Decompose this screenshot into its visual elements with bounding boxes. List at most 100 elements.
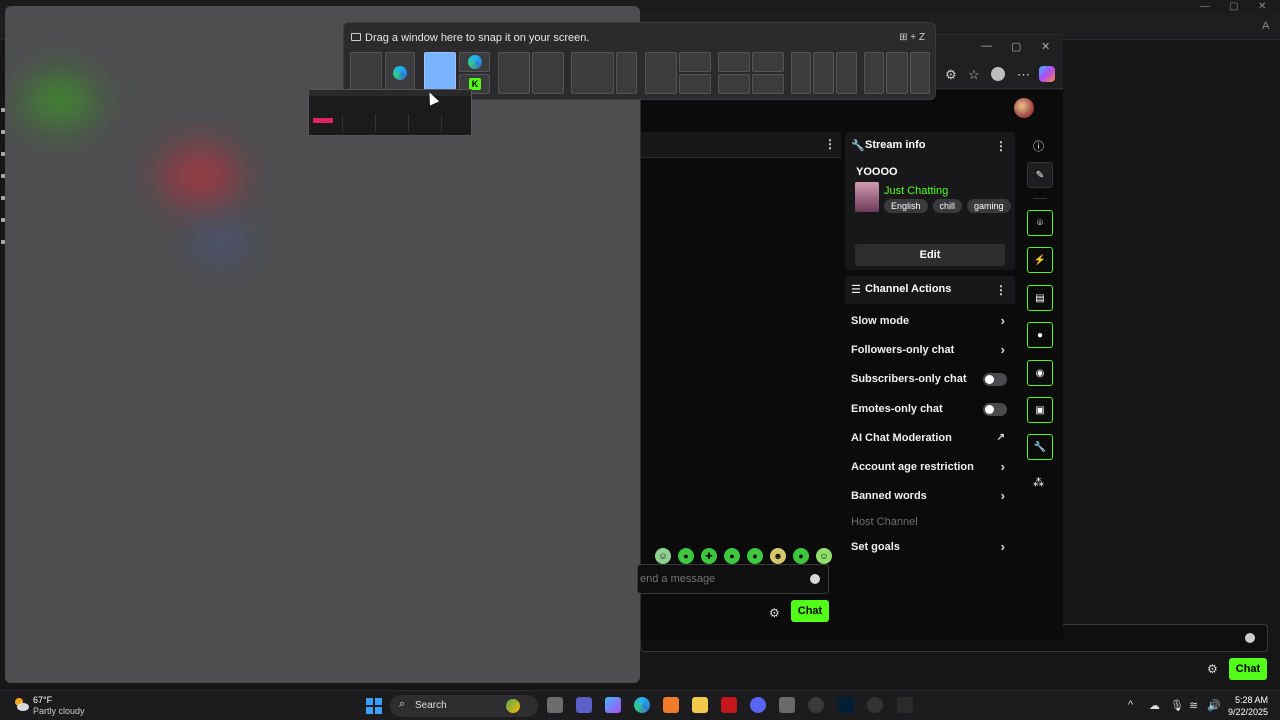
snap-layout-4[interactable] [571,52,637,94]
snap-layout-8[interactable] [864,52,930,94]
emotes-only-toggle[interactable] [983,403,1007,416]
snap-zone[interactable] [679,74,711,94]
stream-info-menu-icon[interactable]: ⋮ [995,139,1007,153]
snap-zone[interactable] [532,52,564,94]
weather-temperature[interactable]: 67°F [33,695,52,705]
emoji-icon[interactable] [810,574,820,584]
discord-icon[interactable] [750,697,766,713]
emote-icon[interactable]: ☺ [816,548,832,564]
extensions-icon[interactable]: ⚙ [945,67,957,83]
edit-stream-button[interactable]: Edit [855,244,1005,266]
snap-zone[interactable] [864,52,884,94]
chat-message-input[interactable] [637,564,829,594]
lightning-icon[interactable]: ⚡ [1027,247,1053,273]
weather-condition[interactable]: Partly cloudy [33,706,85,716]
snap-layout-7[interactable] [791,52,857,94]
background-chat-button[interactable]: Chat [1229,658,1267,680]
chat-settings-icon[interactable]: ⚙ [769,606,780,620]
taskbar-search[interactable]: ⌕ Search [390,695,538,717]
snap-layout-2[interactable]: K [424,52,490,94]
emote-icon[interactable]: ● [793,548,809,564]
stream-category[interactable]: Just Chatting [884,185,948,197]
wifi-icon[interactable]: ≋ [1189,699,1198,712]
action-ai-moderation[interactable]: AI Chat Moderation ↗ [851,430,1009,448]
show-hidden-icons-icon[interactable]: ^ [1128,699,1133,711]
action-banned-words[interactable]: Banned words › [851,488,1009,506]
snap-zone[interactable] [718,52,750,72]
channel-actions-menu-icon[interactable]: ⋮ [995,283,1007,297]
task-view-icon[interactable] [547,697,563,713]
netflix-icon[interactable] [721,697,737,713]
minimize-icon[interactable]: — [1200,1,1210,12]
more-icon[interactable]: ⋯ [1017,67,1030,83]
snap-zone-highlighted[interactable] [424,52,456,94]
snap-zone[interactable] [886,52,908,94]
chat-bubble-icon[interactable]: ● [1027,322,1053,348]
snap-zone[interactable] [752,52,784,72]
snap-layout-5[interactable] [645,52,711,94]
media-player-icon[interactable] [867,697,883,713]
edge-icon[interactable] [634,697,650,713]
snap-zone[interactable] [498,52,530,94]
snap-zone[interactable] [350,52,382,94]
action-followers-only[interactable]: Followers-only chat › [851,342,1009,360]
snap-layout-1[interactable] [350,52,415,94]
photoshop-icon[interactable] [838,697,854,713]
favorites-icon[interactable]: ☆ [968,67,980,83]
snap-zone[interactable] [791,52,811,94]
volume-icon[interactable]: 🔊 [1207,699,1221,712]
subscribers-only-toggle[interactable] [983,373,1007,386]
file-explorer-icon[interactable] [692,697,708,713]
info-icon[interactable]: ⓘ [1033,138,1044,154]
vlc-icon[interactable] [663,697,679,713]
action-set-goals[interactable]: Set goals › [851,539,1009,557]
snap-layout-6[interactable] [718,52,784,94]
action-account-age[interactable]: Account age restriction › [851,459,1009,477]
epic-games-icon[interactable] [897,697,913,713]
snap-zone[interactable] [752,74,784,94]
snap-layout-3[interactable] [498,52,564,94]
emote-icon[interactable]: ✚ [701,548,717,564]
snap-zone[interactable] [385,52,415,94]
chat-menu-icon[interactable]: ⋮ [824,137,836,151]
wrench-icon[interactable]: 🔧 [1027,434,1053,460]
emote-icon[interactable]: ☻ [770,548,786,564]
maximize-icon[interactable]: ▢ [1229,1,1238,12]
onedrive-icon[interactable]: ☁ [1149,699,1160,712]
snap-zone[interactable] [718,74,750,94]
snap-zone[interactable] [910,52,930,94]
store-icon[interactable] [779,697,795,713]
close-icon[interactable]: ✕ [1041,40,1050,53]
snap-zone[interactable] [679,52,711,72]
notes-icon[interactable]: ▤ [1027,285,1053,311]
gear-icon[interactable]: ⚙ [1207,662,1218,676]
snap-zone[interactable] [616,52,637,94]
chat-message-field[interactable] [638,565,798,593]
copilot-icon[interactable] [605,697,621,713]
user-avatar[interactable] [1014,98,1034,118]
emote-icon[interactable]: ● [747,548,763,564]
chat-send-button[interactable]: Chat [791,600,829,622]
edit-icon[interactable]: ✎ [1027,162,1053,188]
snap-zone[interactable] [459,52,490,72]
copilot-icon[interactable] [1039,66,1055,82]
microphone-icon[interactable]: 🎙 [1170,699,1184,712]
more-apps-icon[interactable]: ⁂ [1033,476,1044,489]
system-clock[interactable]: 5:28 AM 9/22/2025 [1228,694,1268,718]
emote-icon[interactable]: ● [724,548,740,564]
video-icon[interactable]: ▣ [1027,397,1053,423]
emoji-icon[interactable] [1245,633,1255,643]
snap-zone[interactable] [836,52,857,94]
read-aloud-icon[interactable]: A [1262,20,1269,32]
minimize-icon[interactable]: — [981,40,992,52]
emote-icon[interactable]: ● [678,548,694,564]
steam-icon[interactable] [808,697,824,713]
screen-capture-icon[interactable]: ⌾ [1027,210,1053,236]
profile-icon[interactable] [991,67,1005,81]
emote-icon[interactable]: ☺ [655,548,671,564]
maximize-icon[interactable]: ▢ [1011,40,1021,53]
close-icon[interactable]: ✕ [1258,1,1266,12]
snap-zone[interactable] [645,52,677,94]
teams-icon[interactable] [576,697,592,713]
snap-zone[interactable] [571,52,614,94]
